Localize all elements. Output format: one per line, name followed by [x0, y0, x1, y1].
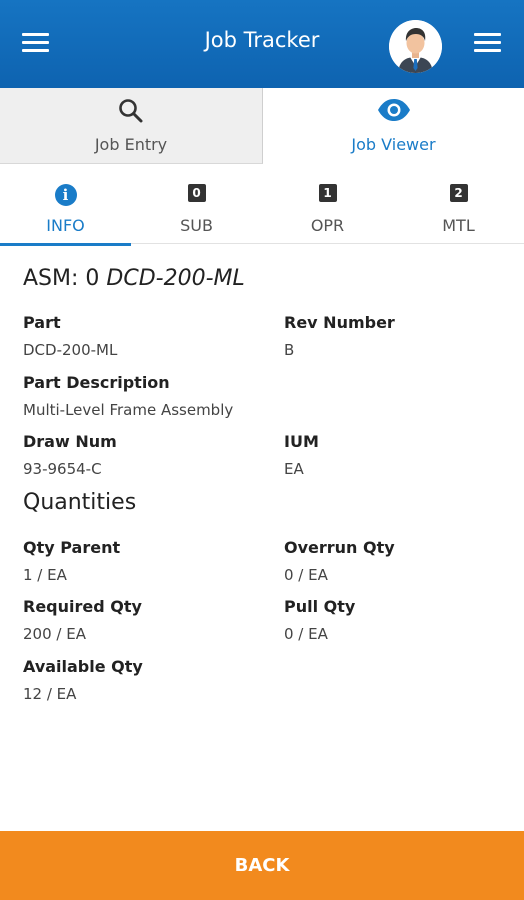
field-part-description: Part Description Multi-Level Frame Assem…: [23, 373, 233, 419]
field-ium: IUM EA: [284, 432, 319, 478]
tab-mtl-label: MTL: [442, 216, 475, 235]
asm-part: DCD-200-ML: [106, 266, 245, 291]
field-label: Part Description: [23, 373, 170, 392]
field-label: Available Qty: [23, 657, 143, 676]
field-label: Pull Qty: [284, 597, 356, 616]
asm-title: ASM: 0 DCD-200-ML: [23, 266, 245, 291]
field-qty-parent: Qty Parent 1 / EA: [23, 538, 120, 584]
badge-0-icon: 0: [187, 184, 206, 202]
hamburger-menu-icon-right[interactable]: [474, 33, 501, 53]
field-value: DCD-200-ML: [23, 341, 118, 359]
tab-sub-label: SUB: [180, 216, 213, 235]
app-header: Job Tracker: [0, 0, 524, 88]
app-screen: Job Tracker Job Entry Job Viewer i INFO …: [0, 0, 524, 900]
tab-job-viewer-label: Job Viewer: [351, 135, 436, 154]
info-icon: i: [54, 184, 77, 206]
field-label: Overrun Qty: [284, 538, 395, 557]
field-label: Rev Number: [284, 313, 395, 332]
tab-job-entry-label: Job Entry: [94, 135, 168, 154]
tab-job-entry[interactable]: Job Entry: [0, 88, 263, 164]
user-avatar-icon[interactable]: [389, 20, 442, 73]
field-value: B: [284, 341, 295, 359]
field-required-qty: Required Qty 200 / EA: [23, 597, 142, 643]
badge-1-icon: 1: [318, 184, 337, 202]
app-title: Job Tracker: [204, 28, 320, 52]
badge-2-icon: 2: [449, 184, 468, 202]
field-value: 12 / EA: [23, 685, 77, 703]
back-button[interactable]: BACK: [0, 831, 524, 900]
field-label: Qty Parent: [23, 538, 121, 557]
field-value: 0 / EA: [284, 625, 328, 643]
tab-opr[interactable]: 1 OPR: [262, 164, 393, 244]
field-pull-qty: Pull Qty 0 / EA: [284, 597, 355, 643]
field-draw-num: Draw Num 93-9654-C: [23, 432, 117, 478]
search-icon: [118, 98, 144, 129]
field-value: 1 / EA: [23, 566, 67, 584]
field-value: 0 / EA: [284, 566, 328, 584]
field-label: Part: [23, 313, 61, 332]
eye-icon: [377, 98, 411, 127]
tab-info-label: INFO: [46, 216, 85, 235]
field-value: 200 / EA: [23, 625, 86, 643]
field-value: Multi-Level Frame Assembly: [23, 401, 234, 419]
tab-mtl[interactable]: 2 MTL: [393, 164, 524, 244]
field-overrun-qty: Overrun Qty 0 / EA: [284, 538, 395, 584]
tab-opr-label: OPR: [310, 216, 345, 235]
field-value: 93-9654-C: [23, 460, 102, 478]
main-tabs: Job Entry Job Viewer: [0, 88, 524, 164]
field-label: IUM: [284, 432, 319, 451]
quantities-title: Quantities: [23, 490, 137, 515]
sub-tabs: i INFO 0 SUB 1 OPR 2 MTL: [0, 164, 524, 246]
field-label: Draw Num: [23, 432, 117, 451]
tab-job-viewer[interactable]: Job Viewer: [263, 88, 524, 164]
tab-info[interactable]: i INFO: [0, 164, 131, 246]
field-rev-number: Rev Number B: [284, 313, 395, 359]
field-value: EA: [284, 460, 304, 478]
field-available-qty: Available Qty 12 / EA: [23, 657, 143, 703]
asm-prefix: ASM: 0: [23, 266, 100, 291]
field-label: Required Qty: [23, 597, 142, 616]
tab-sub[interactable]: 0 SUB: [131, 164, 262, 244]
field-part: Part DCD-200-ML: [23, 313, 117, 359]
